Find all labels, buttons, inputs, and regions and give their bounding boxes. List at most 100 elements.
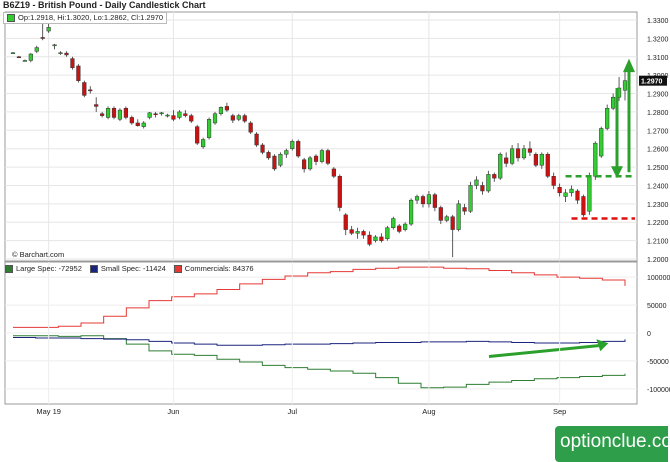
cot-legend-swatch	[89, 264, 98, 273]
cot-legend-item: Large Spec: -72952	[5, 264, 82, 273]
candle-body	[100, 113, 105, 116]
candle-body	[367, 234, 372, 245]
candle-body	[212, 113, 218, 124]
candle-body	[533, 153, 538, 166]
price-tick-label: 1.2200	[647, 220, 669, 227]
date-tick-label: May 19	[36, 407, 61, 416]
candle-body	[70, 58, 75, 69]
candle-body	[248, 122, 253, 133]
candle-body	[224, 106, 229, 111]
candle-body	[593, 142, 598, 177]
candle-body	[284, 150, 289, 155]
candle-body	[474, 179, 479, 186]
candle-body	[468, 185, 473, 212]
candle-body	[373, 236, 378, 241]
price-tick-label: 1.3300	[647, 18, 669, 25]
date-tick-label: Jun	[167, 407, 179, 416]
candle-body	[313, 155, 319, 162]
candle-body	[40, 37, 45, 39]
price-tick-label: 1.2500	[647, 165, 669, 172]
candle-body	[16, 56, 22, 59]
candle-body	[391, 218, 396, 228]
candle-body	[504, 157, 509, 164]
candle-body	[349, 229, 354, 234]
candle-body	[52, 44, 57, 47]
candle-body	[177, 111, 182, 118]
price-tick-label: 1.3200	[647, 36, 669, 43]
cot-tick-label: -50000	[647, 359, 669, 366]
candle-body	[254, 133, 259, 146]
candle-body	[266, 152, 271, 159]
candle-body	[545, 153, 550, 177]
candle-body	[581, 196, 586, 216]
candle-body	[117, 109, 123, 120]
date-tick-label: Sep	[553, 407, 566, 416]
candle-body	[498, 153, 503, 179]
cot-tick-label: 100000	[647, 275, 670, 282]
candle-body	[569, 188, 574, 194]
candle-body	[64, 52, 69, 56]
last-price-label: 1.2970	[641, 79, 663, 86]
candle-body	[456, 203, 461, 230]
brand-logo-text[interactable]: optionclue.com	[560, 431, 670, 453]
candle-body	[492, 174, 497, 179]
candle-body	[147, 112, 152, 118]
candle-body	[379, 236, 384, 241]
candle-body	[296, 141, 301, 157]
candle-body	[153, 113, 158, 116]
candle-body	[218, 107, 224, 115]
candle-body	[34, 47, 39, 52]
candle-body	[236, 115, 241, 120]
candle-body	[135, 122, 140, 126]
candle-body	[105, 107, 111, 118]
candle-body	[302, 159, 307, 170]
date-tick-label: Aug	[422, 407, 435, 416]
candle-body	[510, 148, 515, 164]
candle-body	[409, 199, 414, 225]
candle-body	[515, 148, 521, 159]
price-tick-label: 1.3100	[647, 55, 669, 62]
price-tick-label: 1.2900	[647, 92, 669, 99]
candle-body	[307, 157, 313, 170]
candle-body	[171, 115, 176, 120]
candle-body	[58, 52, 63, 54]
candle-body	[325, 150, 331, 164]
cot-legend-label: Large Spec: -72952	[16, 264, 82, 273]
cot-tick-label: -100000	[647, 387, 670, 394]
candle-body	[82, 82, 87, 96]
candle-body	[462, 207, 467, 212]
candle-body	[527, 148, 533, 153]
candle-body	[343, 214, 348, 230]
cot-legend-label: Small Spec: -11424	[100, 264, 166, 273]
cot-legend-swatch	[173, 264, 182, 273]
candle-body	[551, 176, 556, 186]
candle-body	[272, 155, 277, 170]
candle-body	[444, 216, 449, 221]
candle-body	[331, 168, 336, 177]
candle-body	[242, 115, 247, 122]
candle-body	[260, 144, 265, 153]
candle-body	[486, 174, 491, 192]
candle-body	[385, 227, 390, 240]
candle-body	[123, 107, 128, 118]
candle-body	[195, 126, 200, 144]
candle-body	[539, 153, 544, 166]
candle-body	[189, 115, 194, 122]
ohlc-swatch	[7, 14, 15, 22]
price-tick-label: 1.2400	[647, 183, 669, 190]
chart-area: 1.33001.32001.31001.30001.29001.28001.27…	[4, 11, 670, 416]
candle-body	[337, 176, 342, 208]
candle-body	[278, 153, 283, 166]
price-tick-label: 1.2300	[647, 202, 669, 209]
candle-body	[599, 128, 604, 157]
date-tick-label: Jul	[287, 407, 297, 416]
candle-body	[141, 122, 146, 127]
candle-body	[76, 65, 81, 81]
cot-legend-item: Small Spec: -11424	[89, 264, 166, 273]
candle-body	[129, 117, 134, 124]
price-tick-label: 1.2700	[647, 128, 669, 135]
candle-body	[165, 114, 170, 117]
price-tick-label: 1.2000	[647, 257, 669, 264]
candle-body	[611, 96, 616, 109]
cot-legend: Large Spec: -72952 Small Spec: -11424 Comm…	[5, 264, 254, 273]
